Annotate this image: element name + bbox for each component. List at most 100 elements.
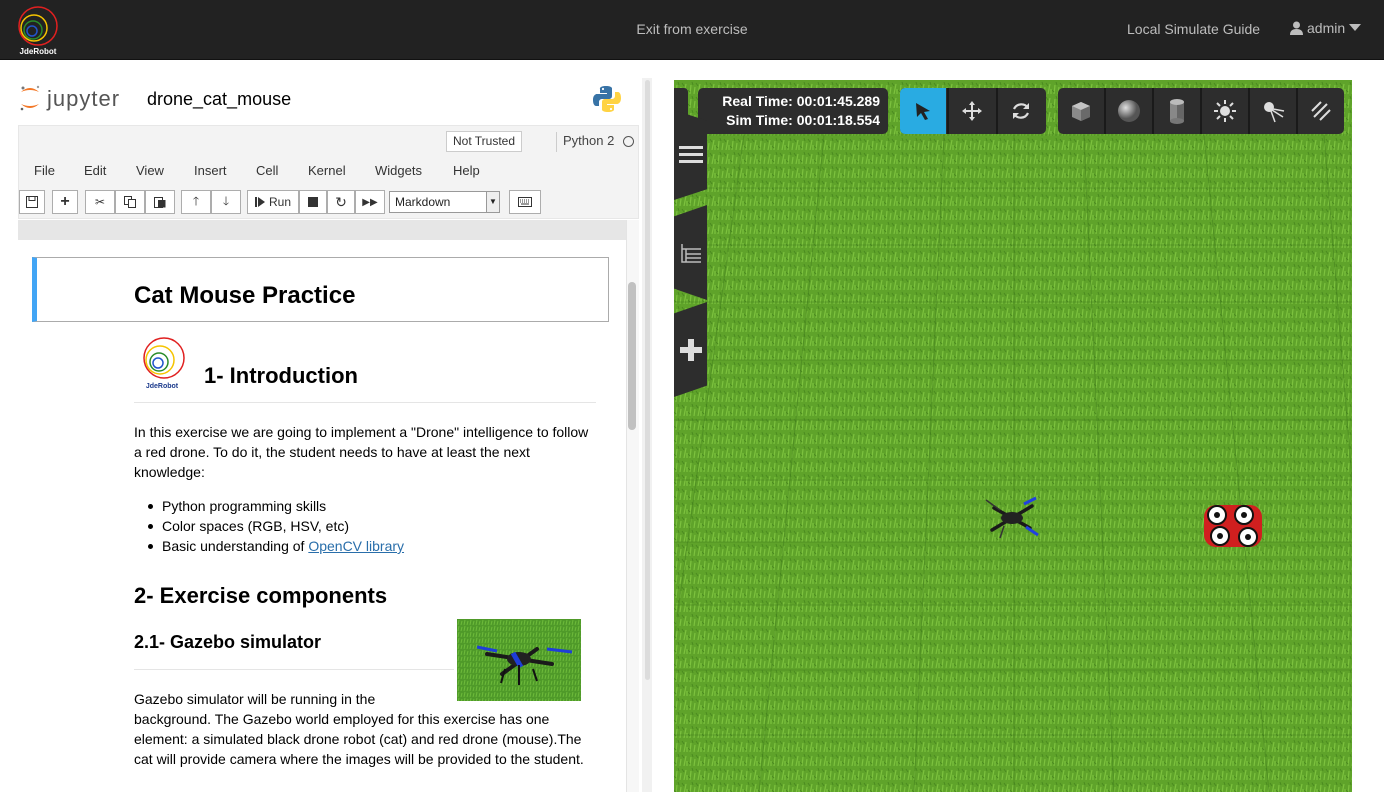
gazebo-viewport[interactable]: Real Time: 00:01:45.289 Sim Time: 00:01:…: [674, 80, 1352, 792]
insert-cylinder-button[interactable]: [1154, 88, 1200, 134]
arrow-up-icon: 🡑: [192, 193, 200, 208]
components-heading: 2- Exercise components: [134, 583, 388, 608]
tree-list-icon: [680, 243, 701, 263]
gazebo-line-4: cat will provide camera where the images…: [134, 751, 584, 767]
intro-line-3: knowledge:: [134, 464, 205, 480]
copy-button[interactable]: [115, 190, 145, 214]
insert-box-button[interactable]: [1058, 88, 1104, 134]
select-mode-button[interactable]: [900, 88, 946, 134]
mouse-drone-red: [1204, 505, 1262, 547]
insert-cell-button[interactable]: +: [52, 190, 78, 214]
window-right-edge: [1352, 60, 1384, 792]
translate-mode-button[interactable]: [949, 88, 995, 134]
plus-icon: +: [60, 193, 70, 210]
insert-spot-light-button[interactable]: [1250, 88, 1296, 134]
kernel-idle-indicator: [623, 136, 634, 147]
save-button[interactable]: [19, 190, 45, 214]
divider: [134, 402, 596, 403]
cell-type-value: Markdown: [395, 195, 451, 209]
run-button[interactable]: Run: [247, 190, 299, 214]
bullet-python-skills: Python programming skills: [147, 498, 327, 514]
jupyter-header: jupyter drone_cat_mouse: [18, 80, 638, 120]
local-simulate-guide-link[interactable]: Local Simulate Guide: [1127, 21, 1260, 37]
rotate-mode-button[interactable]: [998, 88, 1044, 134]
gazebo-line-2: background. The Gazebo world employed fo…: [134, 711, 550, 727]
user-icon: [1290, 21, 1303, 35]
fast-forward-icon: ▶▶: [362, 196, 378, 208]
cut-button[interactable]: ✂: [85, 190, 115, 214]
time-display: Real Time: 00:01:45.289 Sim Time: 00:01:…: [698, 88, 888, 134]
opencv-library-link[interactable]: OpenCV library: [308, 538, 404, 554]
menu-kernel[interactable]: Kernel: [308, 163, 346, 178]
jderobot-logo[interactable]: JdeRobot: [14, 4, 62, 56]
intro-line-1: In this exercise we are going to impleme…: [134, 424, 589, 440]
stop-icon: [308, 197, 318, 207]
hamburger-menu-icon: [678, 146, 703, 163]
paste-icon: [154, 197, 166, 208]
restart-button[interactable]: ↻: [327, 190, 355, 214]
jupyter-toolbar: + ✂ 🡑 🡓 Run ↻ ▶▶ Markdown ▼: [18, 185, 639, 219]
menu-help[interactable]: Help: [453, 163, 480, 178]
menu-insert[interactable]: Insert: [194, 163, 227, 178]
insert-point-light-button[interactable]: [1202, 88, 1248, 134]
insert-directional-light-button[interactable]: [1298, 88, 1344, 134]
cell-type-select[interactable]: Markdown ▼: [389, 191, 500, 213]
rotate-icon: [1013, 103, 1029, 119]
notebook-top-margin: [18, 220, 626, 240]
exit-exercise-link[interactable]: Exit from exercise: [636, 21, 747, 37]
run-label: Run: [268, 195, 291, 209]
jupyter-menubar: Not Trusted Python 2 File Edit View Inse…: [18, 125, 639, 185]
spot-light-icon: [1264, 102, 1285, 123]
insert-tab[interactable]: [674, 302, 707, 397]
cylinder-icon: [1170, 99, 1184, 124]
paste-button[interactable]: [145, 190, 175, 214]
menu-tab[interactable]: [674, 110, 707, 200]
gazebo-scene[interactable]: [674, 80, 1352, 792]
menu-view[interactable]: View: [136, 163, 164, 178]
move-arrows-icon: [962, 101, 982, 121]
python-logo-icon: [593, 86, 621, 112]
menu-widgets[interactable]: Widgets: [375, 163, 422, 178]
pane-scrollbar-thumb[interactable]: [645, 80, 650, 680]
menu-cell[interactable]: Cell: [256, 163, 278, 178]
logo-text: JdeRobot: [20, 47, 57, 56]
divider: [134, 669, 454, 670]
box-icon: [1072, 102, 1090, 121]
gazebo-heading: 2.1- Gazebo simulator: [134, 632, 322, 652]
notebook-container[interactable]: Cat Mouse Practice JdeRobot 1- Introduct…: [18, 220, 626, 792]
copy-icon: [124, 196, 136, 208]
tree-tab[interactable]: [674, 205, 707, 300]
save-icon: [26, 196, 38, 208]
restart-run-all-button[interactable]: ▶▶: [355, 190, 385, 214]
menu-edit[interactable]: Edit: [84, 163, 106, 178]
plus-icon: [679, 338, 702, 361]
notebook-name[interactable]: drone_cat_mouse: [147, 89, 291, 110]
bullet-opencv-text: Basic understanding of: [162, 538, 309, 554]
kernel-name[interactable]: Python 2: [556, 132, 614, 152]
interrupt-button[interactable]: [299, 190, 327, 214]
jupyter-logo-icon[interactable]: [18, 84, 42, 112]
move-up-button[interactable]: 🡑: [181, 190, 211, 214]
user-menu[interactable]: admin: [1290, 20, 1362, 36]
jupyter-pane: jupyter drone_cat_mouse Not Trusted Pyth…: [0, 60, 655, 792]
insert-sphere-button[interactable]: [1106, 88, 1152, 134]
refresh-icon: ↻: [335, 193, 347, 210]
scissors-icon: ✂: [94, 195, 106, 209]
trust-status-button[interactable]: Not Trusted: [446, 131, 523, 152]
real-time: Real Time: 00:01:45.289: [722, 93, 880, 109]
notebook-scrollbar-thumb[interactable]: [628, 282, 636, 430]
keyboard-icon: [518, 197, 532, 207]
caret-down-icon: [1349, 24, 1362, 31]
move-down-button[interactable]: 🡓: [211, 190, 241, 214]
point-light-icon: [1214, 100, 1236, 122]
step-forward-icon: [254, 197, 265, 207]
menu-file[interactable]: File: [34, 163, 55, 178]
bullet-color-spaces: Color spaces (RGB, HSV, etc): [148, 518, 349, 534]
command-palette-button[interactable]: [509, 190, 541, 214]
top-navbar: JdeRobot Exit from exercise Local Simula…: [0, 0, 1384, 60]
jupyter-brand-text: jupyter: [47, 86, 121, 111]
gazebo-line-3: element: a simulated black drone robot (…: [134, 731, 582, 747]
manipulation-toolbar: [900, 88, 1046, 134]
intro-heading: 1- Introduction: [204, 363, 358, 388]
user-name: admin: [1307, 20, 1346, 36]
